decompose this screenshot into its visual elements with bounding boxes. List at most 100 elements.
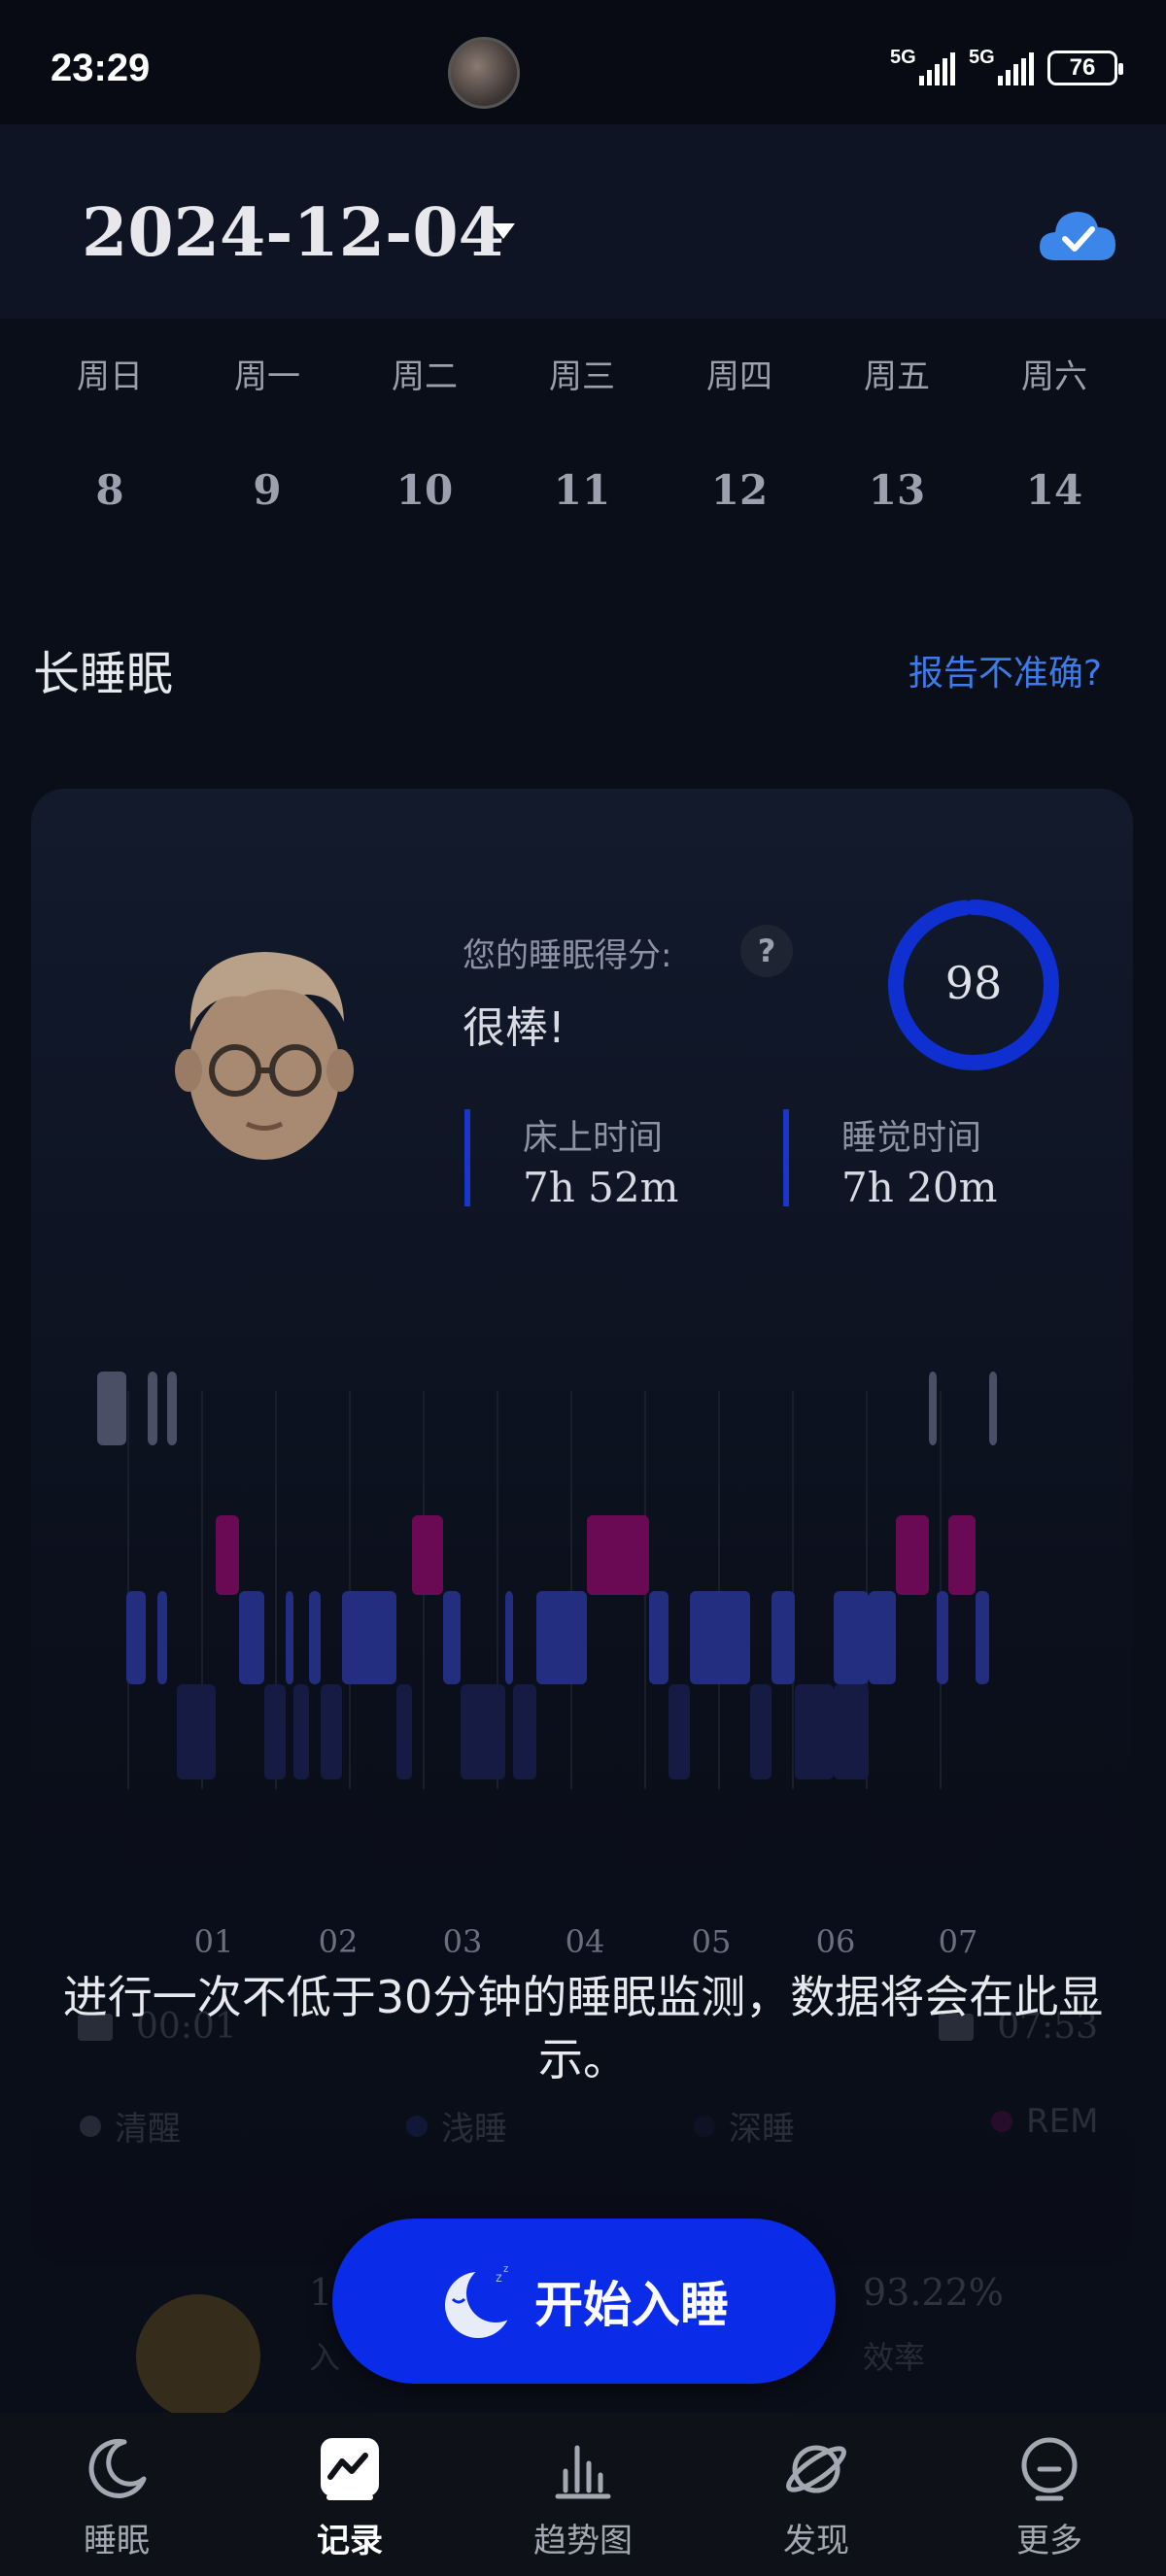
signal-icon: 5G — [890, 47, 955, 85]
week-day-number: 10 — [395, 466, 454, 514]
score-rating: 很棒! — [463, 1003, 566, 1053]
stage-segment-light — [937, 1591, 948, 1684]
hour-tick: 02 — [318, 1923, 359, 1960]
caret-down-icon[interactable] — [492, 223, 515, 239]
stage-segment-deep — [461, 1684, 505, 1779]
stage-segment-awake — [167, 1372, 177, 1445]
sleep-time-label: 睡觉时间 — [841, 1118, 982, 1158]
week-day-number: 11 — [553, 466, 611, 514]
moon-sleep-icon: z z — [445, 2263, 521, 2338]
legend-light: 浅睡 — [406, 2102, 507, 2150]
start-stat: 1 — [309, 2271, 333, 2314]
stage-segment-light — [976, 1591, 989, 1684]
score-ring: 98 — [888, 899, 1059, 1070]
sleepy-face-icon — [136, 2294, 260, 2419]
svg-text:z: z — [496, 2269, 502, 2285]
hour-axis: 01 02 03 04 05 06 07 — [31, 1923, 1133, 1972]
week-day-number: 14 — [1025, 466, 1083, 514]
chart-legend: 清醒 浅睡 深睡 REM — [80, 2102, 1100, 2151]
stage-segment-light — [126, 1591, 146, 1684]
bar-chart-icon — [555, 2445, 611, 2499]
signal-icon-2: 5G — [969, 47, 1034, 85]
week-day-0[interactable]: 周日 8 — [31, 350, 189, 514]
week-day-number: 12 — [710, 466, 769, 514]
stage-segment-light — [869, 1591, 896, 1684]
stage-segment-deep — [513, 1684, 536, 1779]
stage-segment-rem — [948, 1515, 976, 1595]
stage-segment-awake — [989, 1372, 997, 1445]
help-icon[interactable]: ? — [740, 925, 793, 977]
stage-segment-rem — [216, 1515, 239, 1595]
week-day-label: 周一 — [234, 357, 300, 396]
planet-icon — [786, 2445, 846, 2493]
stage-segment-light — [157, 1591, 167, 1684]
score-label: 您的睡眠得分: — [463, 936, 672, 975]
stage-segment-deep — [293, 1684, 309, 1779]
week-day-number: 13 — [868, 466, 926, 514]
week-day-1[interactable]: 周一 9 — [189, 350, 346, 514]
avatar — [175, 952, 354, 1160]
legend-deep: 深睡 — [694, 2102, 795, 2150]
nav-sleep[interactable]: 睡眠 — [0, 2413, 233, 2576]
week-day-4[interactable]: 周四 12 — [661, 350, 818, 514]
stage-segment-light — [239, 1591, 264, 1684]
stage-segment-rem — [412, 1515, 443, 1595]
bed-time-label: 床上时间 — [523, 1118, 664, 1158]
stage-segment-light — [690, 1591, 750, 1684]
score-value: 98 — [945, 957, 1003, 1009]
week-day-number: 8 — [95, 466, 124, 514]
hour-tick: 05 — [691, 1923, 732, 1960]
svg-text:z: z — [503, 2263, 509, 2275]
week-day-label: 周二 — [392, 357, 458, 396]
week-day-label: 周六 — [1021, 357, 1087, 396]
report-inaccurate-link[interactable]: 报告不准确? — [909, 645, 1102, 695]
more-face-icon — [1021, 2437, 1078, 2501]
stage-segment-deep — [177, 1684, 216, 1779]
sleep-time-value: 7h 20m — [841, 1164, 998, 1211]
status-bar: 23:29 5G 5G 76 — [0, 0, 1166, 124]
week-day-5[interactable]: 周五 13 — [818, 350, 976, 514]
hour-tick: 07 — [938, 1923, 978, 1960]
stage-segment-deep — [321, 1684, 342, 1779]
stage-segment-deep — [834, 1684, 869, 1779]
stage-segment-awake — [929, 1372, 937, 1445]
stage-segment-rem — [587, 1515, 649, 1595]
week-day-2[interactable]: 周二 10 — [346, 350, 503, 514]
stage-segment-deep — [264, 1684, 286, 1779]
week-selector: 周日 8 周一 9 周二 10 周三 11 周四 12 周五 13 周六 14 — [0, 350, 1166, 514]
date-selector[interactable]: 2024-12-04 — [82, 194, 504, 272]
week-day-number: 9 — [253, 466, 282, 514]
week-day-label: 周四 — [706, 357, 772, 396]
date-header: 2024-12-04 — [0, 124, 1166, 319]
week-day-3[interactable]: 周三 11 — [503, 350, 661, 514]
nav-trends[interactable]: 趋势图 — [466, 2413, 700, 2576]
stage-segment-deep — [750, 1684, 772, 1779]
stage-segment-rem — [896, 1515, 929, 1595]
cloud-sync-icon[interactable] — [1038, 206, 1117, 264]
stage-segment-deep — [795, 1684, 834, 1779]
moon-icon — [88, 2438, 147, 2498]
nav-records[interactable]: 记录 — [233, 2413, 466, 2576]
start-sleep-button[interactable]: z z 开始入睡 — [332, 2219, 836, 2384]
stage-segment-light — [536, 1591, 587, 1684]
records-icon — [321, 2438, 379, 2500]
stage-segment-light — [505, 1591, 513, 1684]
week-day-6[interactable]: 周六 14 — [976, 350, 1133, 514]
efficiency-value: 93.22% — [863, 2271, 1004, 2314]
start-sleep-label: 开始入睡 — [534, 2277, 729, 2333]
empty-state-message: 进行一次不低于30分钟的睡眠监测，数据将会在此显示。 — [62, 1971, 1104, 2085]
week-day-label: 周日 — [77, 357, 143, 396]
hour-tick: 01 — [193, 1923, 234, 1960]
legend-awake: 清醒 — [80, 2102, 181, 2150]
start-stat-label: 入 — [309, 2339, 341, 2376]
stage-segment-light — [342, 1591, 396, 1684]
week-day-label: 周三 — [549, 357, 615, 396]
battery-icon: 76 — [1047, 51, 1123, 85]
nav-more[interactable]: 更多 — [933, 2413, 1166, 2576]
sleep-stage-chart — [97, 1372, 997, 1789]
section-title: 长睡眠 — [33, 647, 174, 701]
hour-tick: 06 — [815, 1923, 856, 1960]
nav-discover[interactable]: 发现 — [700, 2413, 933, 2576]
stage-segment-awake — [148, 1372, 157, 1445]
bottom-nav: 睡眠 记录 趋势图 发现 更多 — [0, 2413, 1166, 2576]
